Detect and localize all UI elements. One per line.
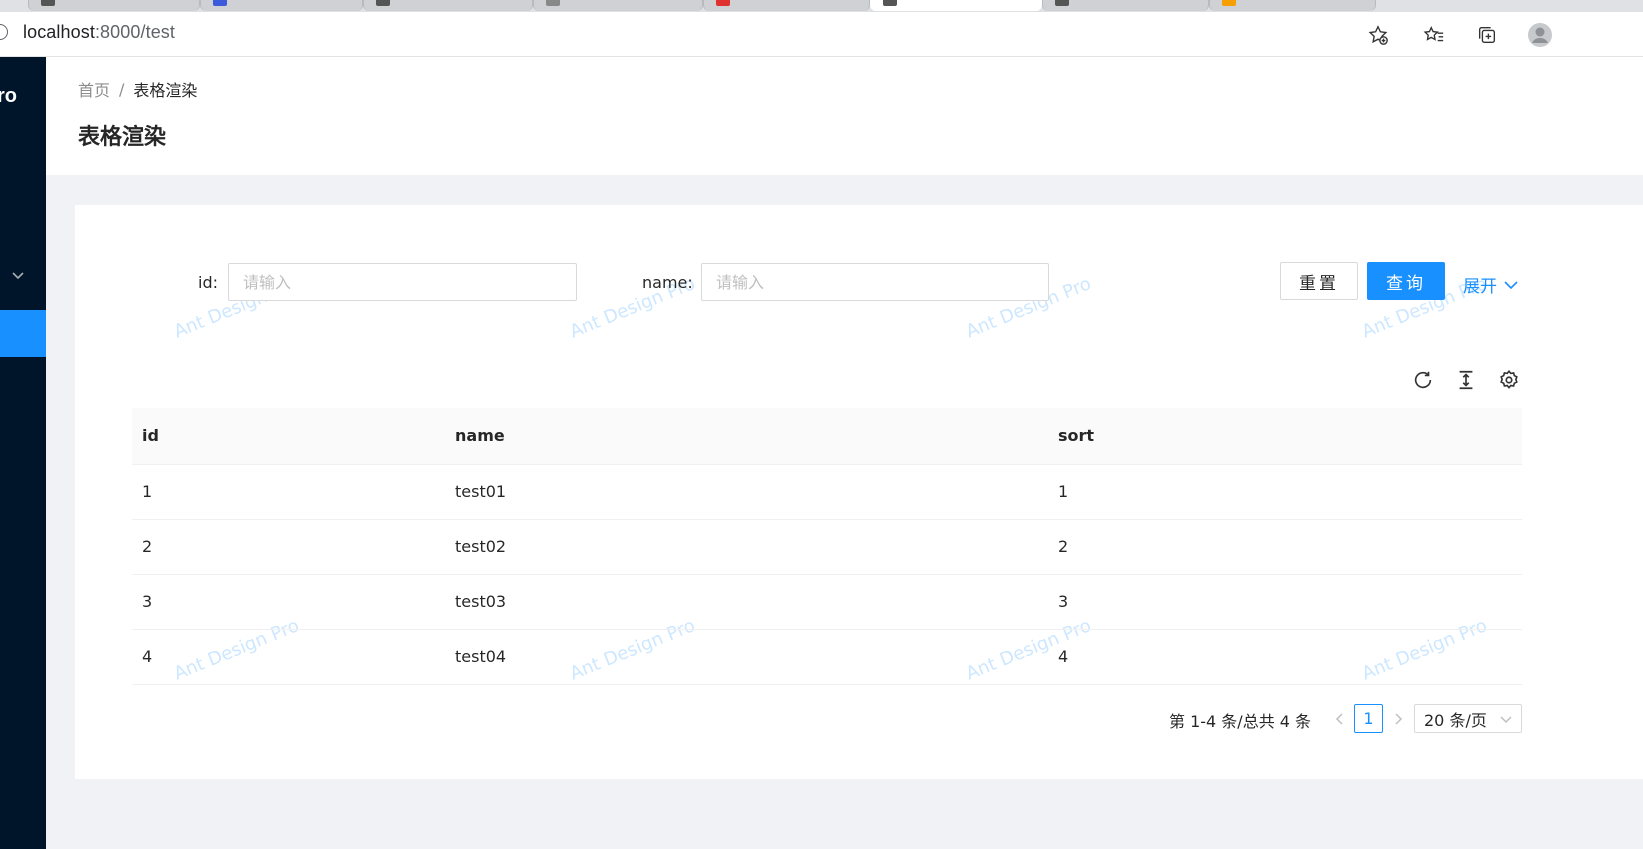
breadcrumb: 首页 / 表格渲染 [78, 77, 197, 101]
tab-favicon-icon [1055, 0, 1069, 6]
tab-favicon-icon [1222, 0, 1236, 6]
browser-tab[interactable] [533, 0, 703, 11]
page-size-select[interactable]: 20 条/页 [1414, 704, 1522, 733]
add-favorite-icon[interactable] [1365, 22, 1391, 48]
tab-favicon-icon [546, 0, 560, 6]
browser-tab[interactable] [1209, 0, 1376, 11]
expand-label: 展开 [1463, 277, 1497, 297]
table-header-row: id name sort [132, 408, 1522, 465]
content-card: Ant Design Pro Ant Design Pro Ant Design… [75, 205, 1643, 779]
table-cell: 3 [1048, 574, 1522, 630]
logo-text: ro [0, 85, 17, 107]
id-search-input[interactable] [228, 263, 577, 301]
table-cell: 1 [1048, 464, 1522, 520]
pagination-total: 第 1-4 条/总共 4 条 [1169, 712, 1312, 731]
page-size-value: 20 条/页 [1424, 710, 1487, 730]
sidebar-item-selected[interactable] [0, 310, 46, 357]
tab-favicon-icon [376, 0, 390, 6]
name-field-label: name: [642, 273, 693, 292]
next-page-icon[interactable] [1388, 709, 1408, 729]
column-header-sort[interactable]: sort [1048, 408, 1522, 465]
browser-tab[interactable] [703, 0, 870, 11]
column-height-icon[interactable] [1454, 368, 1478, 392]
tab-favicon-icon [883, 0, 897, 6]
page-title: 表格渲染 [78, 125, 167, 150]
browser-tab[interactable] [363, 0, 533, 11]
breadcrumb-current: 表格渲染 [133, 81, 198, 100]
table-cell: test01 [445, 464, 1048, 520]
browser-tab[interactable] [200, 0, 363, 11]
collections-icon[interactable] [1474, 22, 1500, 48]
table-cell: test03 [445, 574, 1048, 630]
table-cell: 2 [132, 519, 445, 575]
table-row: 1 test01 1 [132, 464, 1522, 520]
site-info-icon[interactable] [0, 24, 8, 40]
name-search-input[interactable] [701, 263, 1049, 301]
data-table: id name sort 1 test01 1 2 test02 2 3 tes… [132, 408, 1522, 685]
chevron-down-icon[interactable] [10, 267, 26, 283]
table-cell: 3 [132, 574, 445, 630]
browser-tab[interactable] [1042, 0, 1209, 11]
table-cell: 4 [1048, 629, 1522, 685]
page-number-current[interactable]: 1 [1354, 704, 1383, 733]
browser-tab-strip [0, 0, 1643, 12]
browser-tab[interactable] [28, 0, 200, 11]
url-field[interactable]: localhost:8000/test [23, 22, 175, 43]
tab-favicon-icon [716, 0, 730, 6]
profile-avatar-icon[interactable] [1527, 22, 1553, 48]
id-field-label: id: [198, 273, 218, 292]
page-header: 首页 / 表格渲染 表格渲染 [46, 57, 1643, 175]
tab-favicon-icon [213, 0, 227, 6]
chevron-down-icon [1500, 716, 1512, 724]
reset-button[interactable]: 重置 [1280, 262, 1358, 300]
table-cell: test04 [445, 629, 1048, 685]
column-header-id[interactable]: id [132, 408, 445, 465]
favorites-icon[interactable] [1421, 22, 1447, 48]
column-header-name[interactable]: name [445, 408, 1048, 465]
browser-tab-active[interactable] [870, 0, 1042, 11]
table-cell: 2 [1048, 519, 1522, 575]
browser-address-bar: localhost:8000/test [0, 12, 1643, 57]
table-cell: 4 [132, 629, 445, 685]
url-host: localhost [23, 22, 95, 42]
sidebar: ro [0, 57, 46, 849]
reload-icon[interactable] [1411, 368, 1435, 392]
table-row: 3 test03 3 [132, 574, 1522, 630]
prev-page-icon[interactable] [1330, 709, 1350, 729]
tab-favicon-icon [41, 0, 55, 6]
table-cell: 1 [132, 464, 445, 520]
table-row: 2 test02 2 [132, 519, 1522, 575]
chevron-down-icon [1504, 280, 1518, 289]
expand-toggle[interactable]: 展开 [1463, 272, 1519, 297]
setting-icon[interactable] [1497, 368, 1521, 392]
breadcrumb-separator: / [119, 79, 125, 99]
table-row: 4 test04 4 [132, 629, 1522, 685]
table-cell: test02 [445, 519, 1048, 575]
breadcrumb-home-link[interactable]: 首页 [78, 77, 110, 101]
url-path: :8000/test [94, 22, 176, 42]
query-button[interactable]: 查询 [1367, 262, 1445, 300]
